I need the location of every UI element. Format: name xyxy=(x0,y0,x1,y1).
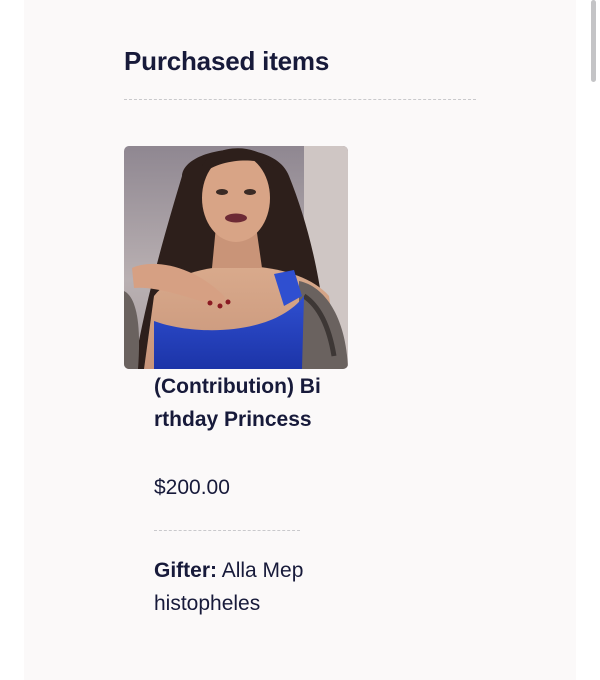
section-divider xyxy=(124,99,476,100)
item-divider xyxy=(154,530,300,531)
scrollbar[interactable] xyxy=(591,0,596,82)
gifter-label: Gifter: xyxy=(154,559,217,582)
page: Purchased items (Contribution) Birthday … xyxy=(0,0,600,680)
item-title[interactable]: (Contribution) Birthday Princess xyxy=(154,370,324,436)
gifter-line: Gifter: Alla Mephistopheles xyxy=(154,554,304,620)
item-photo[interactable] xyxy=(124,146,348,369)
section-title: Purchased items xyxy=(124,46,330,76)
item-price: $200.00 xyxy=(154,476,230,499)
